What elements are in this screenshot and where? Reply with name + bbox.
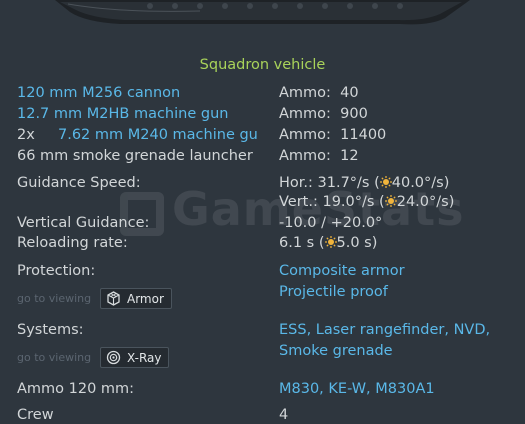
weapon-ammo: Ammo: 900	[279, 105, 368, 123]
crew-value: 4	[279, 407, 289, 423]
ammo-value: 40	[340, 85, 359, 101]
guidance-speed-vertical: Vert.: 19.0°/s ( 24.0°/s)	[279, 193, 454, 211]
weapon-ammo: Ammo: 11400	[279, 126, 386, 144]
xray-icon	[106, 350, 121, 365]
go-to-viewing-label: go to viewing	[17, 292, 92, 305]
sun-icon	[324, 236, 337, 248]
reloading-rate-label: Reloading rate:	[17, 235, 128, 251]
systems-value: ESS, Laser rangefinder, NVD,	[279, 322, 491, 338]
reload-bonus: 5.0 s)	[336, 235, 378, 251]
weapon-name: 66 mm smoke grenade launcher	[17, 148, 253, 164]
guidance-speed-horizontal: Hor.: 31.7°/s ( 40.0°/s)	[279, 174, 449, 192]
vertical-bonus: 24.0°/s)	[396, 194, 455, 210]
armor-button-label: Armor	[127, 291, 164, 306]
reloading-rate-value: 6.1 s ( 5.0 s)	[279, 234, 377, 252]
weapon-name: 7.62 mm M240 machine gu	[58, 127, 258, 143]
vertical-guidance-label: Vertical Guidance:	[17, 215, 150, 231]
ammo-label: Ammo:	[279, 127, 331, 143]
ammo-value: 11400	[340, 127, 387, 143]
ammo-value: 900	[340, 106, 368, 122]
ammo-label: Ammo:	[279, 85, 331, 101]
horizontal-bonus: 40.0°/s)	[391, 175, 450, 191]
crew-label: Crew	[17, 407, 54, 423]
ammo-120-label: Ammo 120 mm:	[17, 381, 135, 397]
weapon-ammo: Ammo: 12	[279, 147, 359, 165]
armor-icon	[107, 291, 120, 306]
sun-icon	[384, 195, 397, 207]
sun-icon	[379, 176, 392, 188]
reload-value: 6.1 s (	[279, 235, 325, 251]
weapon-count: 2x	[17, 127, 35, 143]
vehicle-image	[55, 0, 470, 25]
vertical-guidance-value: -10.0 / +20.0°	[279, 215, 383, 231]
systems-value: Smoke grenade	[279, 343, 393, 359]
ammo-value: 12	[340, 148, 359, 164]
protection-value: Projectile proof	[279, 284, 388, 300]
xray-view-button[interactable]: X-Ray	[100, 347, 170, 368]
systems-label: Systems:	[17, 322, 84, 338]
xray-button-label: X-Ray	[127, 350, 162, 365]
weapon-ammo: Ammo: 40	[279, 84, 359, 102]
ammo-120-value: M830, KE-W, M830A1	[279, 381, 435, 397]
squadron-vehicle-label: Squadron vehicle	[199, 57, 326, 73]
weapon-name: 120 mm M256 cannon	[17, 85, 181, 101]
ammo-label: Ammo:	[279, 148, 331, 164]
guidance-speed-label: Guidance Speed:	[17, 175, 141, 191]
protection-value: Composite armor	[279, 263, 405, 279]
protection-label: Protection:	[17, 263, 96, 279]
ammo-label: Ammo:	[279, 106, 331, 122]
vertical-value: Vert.: 19.0°/s (	[279, 194, 385, 210]
weapon-name: 12.7 mm M2HB machine gun	[17, 106, 229, 122]
go-to-viewing-label: go to viewing	[17, 351, 92, 364]
horizontal-value: Hor.: 31.7°/s (	[279, 175, 380, 191]
armor-view-button[interactable]: Armor	[100, 288, 172, 309]
